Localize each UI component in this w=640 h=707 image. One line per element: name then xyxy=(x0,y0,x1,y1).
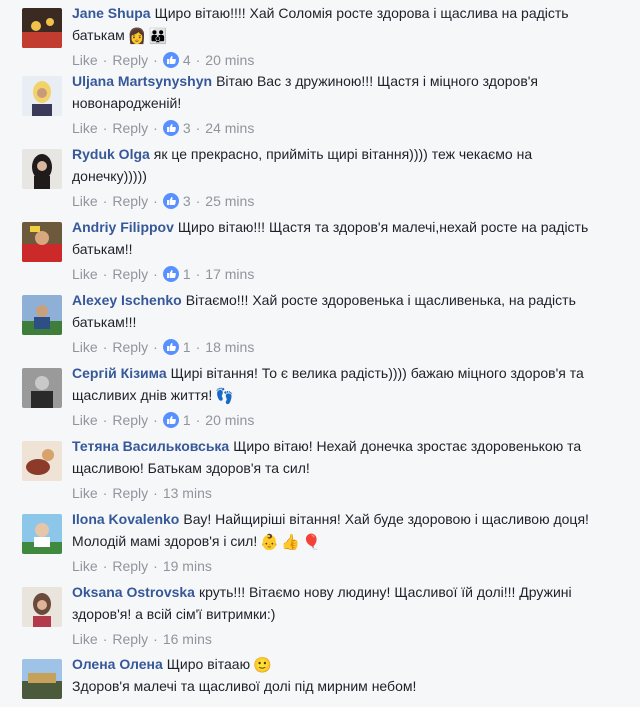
like-button[interactable]: Like xyxy=(72,485,98,501)
avatar[interactable] xyxy=(22,514,62,554)
reply-button[interactable]: Reply xyxy=(112,52,148,68)
footprints-emoji-icon: 👣 xyxy=(215,387,234,406)
timestamp[interactable]: 18 mins xyxy=(205,339,254,355)
avatar-image xyxy=(22,514,62,554)
comment-author[interactable]: Сергій Кізима xyxy=(72,365,167,381)
like-button[interactable]: Like xyxy=(72,52,98,68)
like-button[interactable]: Like xyxy=(72,558,98,574)
baby-emoji-icon: 👶 xyxy=(260,533,279,552)
reaction-count[interactable]: 3 xyxy=(183,193,191,209)
avatar[interactable] xyxy=(22,8,62,48)
comment-author[interactable]: Andriy Filippov xyxy=(72,219,174,235)
smiley-emoji-icon: 🙂 xyxy=(253,656,272,675)
avatar-image xyxy=(22,8,62,48)
reply-button[interactable]: Reply xyxy=(112,412,148,428)
reply-button[interactable]: Reply xyxy=(112,339,148,355)
comment-text-line-2: Здоров'я малечі та щасливої долі під мир… xyxy=(72,678,417,694)
timestamp[interactable]: 20 mins xyxy=(205,52,254,68)
family-emoji-icon: 👪 xyxy=(148,27,168,46)
timestamp[interactable]: 24 mins xyxy=(205,120,254,136)
like-button[interactable]: Like xyxy=(72,412,98,428)
balloon-emoji-icon: 🎈 xyxy=(302,533,321,552)
timestamp[interactable]: 25 mins xyxy=(205,193,254,209)
comment-author[interactable]: Тетяна Васильковська xyxy=(72,438,229,454)
avatar-image xyxy=(22,587,62,627)
reaction-count[interactable]: 4 xyxy=(183,52,191,68)
reaction-count[interactable]: 1 xyxy=(183,339,191,355)
avatar[interactable] xyxy=(22,441,62,481)
comment-author[interactable]: Ryduk Olga xyxy=(72,146,150,162)
like-button[interactable]: Like xyxy=(72,193,98,209)
reaction-count[interactable]: 1 xyxy=(183,412,191,428)
reply-button[interactable]: Reply xyxy=(112,120,148,136)
avatar[interactable] xyxy=(22,295,62,335)
thumbs-up-icon[interactable] xyxy=(162,193,179,209)
reply-button[interactable]: Reply xyxy=(112,631,148,647)
timestamp[interactable]: 20 mins xyxy=(205,412,254,428)
reaction-count[interactable]: 3 xyxy=(183,120,191,136)
reply-button[interactable]: Reply xyxy=(112,193,148,209)
timestamp[interactable]: 17 mins xyxy=(205,266,254,282)
reply-button[interactable]: Reply xyxy=(112,266,148,282)
avatar[interactable] xyxy=(22,149,62,189)
like-button[interactable]: Like xyxy=(72,631,98,647)
avatar-image xyxy=(22,659,62,699)
reply-button[interactable]: Reply xyxy=(112,558,148,574)
thumbs-up-icon[interactable] xyxy=(162,339,179,355)
avatar[interactable] xyxy=(22,659,62,699)
timestamp[interactable]: 13 mins xyxy=(163,485,212,501)
comment-author[interactable]: Alexey Ischenko xyxy=(72,292,182,308)
thumbs-up-icon[interactable] xyxy=(162,52,179,68)
like-button[interactable]: Like xyxy=(72,120,98,136)
avatar[interactable] xyxy=(22,587,62,627)
thumbs-up-icon[interactable] xyxy=(162,266,179,282)
avatar[interactable] xyxy=(22,368,62,408)
comment-author[interactable]: Ilona Kovalenko xyxy=(72,511,179,527)
comment-author[interactable]: Jane Shupa xyxy=(72,5,151,21)
avatar-image xyxy=(22,441,62,481)
reaction-count[interactable]: 1 xyxy=(183,266,191,282)
avatar[interactable] xyxy=(22,76,62,116)
thumbs-up-icon[interactable] xyxy=(162,120,179,136)
avatar-image xyxy=(22,368,62,408)
timestamp[interactable]: 19 mins xyxy=(163,558,212,574)
avatar[interactable] xyxy=(22,222,62,262)
like-button[interactable]: Like xyxy=(72,266,98,282)
avatar-image xyxy=(22,222,62,262)
avatar-image xyxy=(22,76,62,116)
thumbs-up-icon[interactable] xyxy=(162,412,179,428)
woman-emoji-icon: 👩 xyxy=(127,27,147,46)
comment-author[interactable]: Олена Олена xyxy=(72,656,163,672)
timestamp[interactable]: 16 mins xyxy=(163,631,212,647)
comment-author[interactable]: Oksana Ostrovska xyxy=(72,584,195,600)
reply-button[interactable]: Reply xyxy=(112,485,148,501)
avatar-image xyxy=(22,295,62,335)
like-button[interactable]: Like xyxy=(72,339,98,355)
avatar-image xyxy=(22,149,62,189)
thumbs-up-emoji-icon: 👍 xyxy=(281,533,300,552)
comment-text: Щиро вітааю xyxy=(166,656,251,672)
comment-author[interactable]: Uljana Martsynyshyn xyxy=(72,73,212,89)
